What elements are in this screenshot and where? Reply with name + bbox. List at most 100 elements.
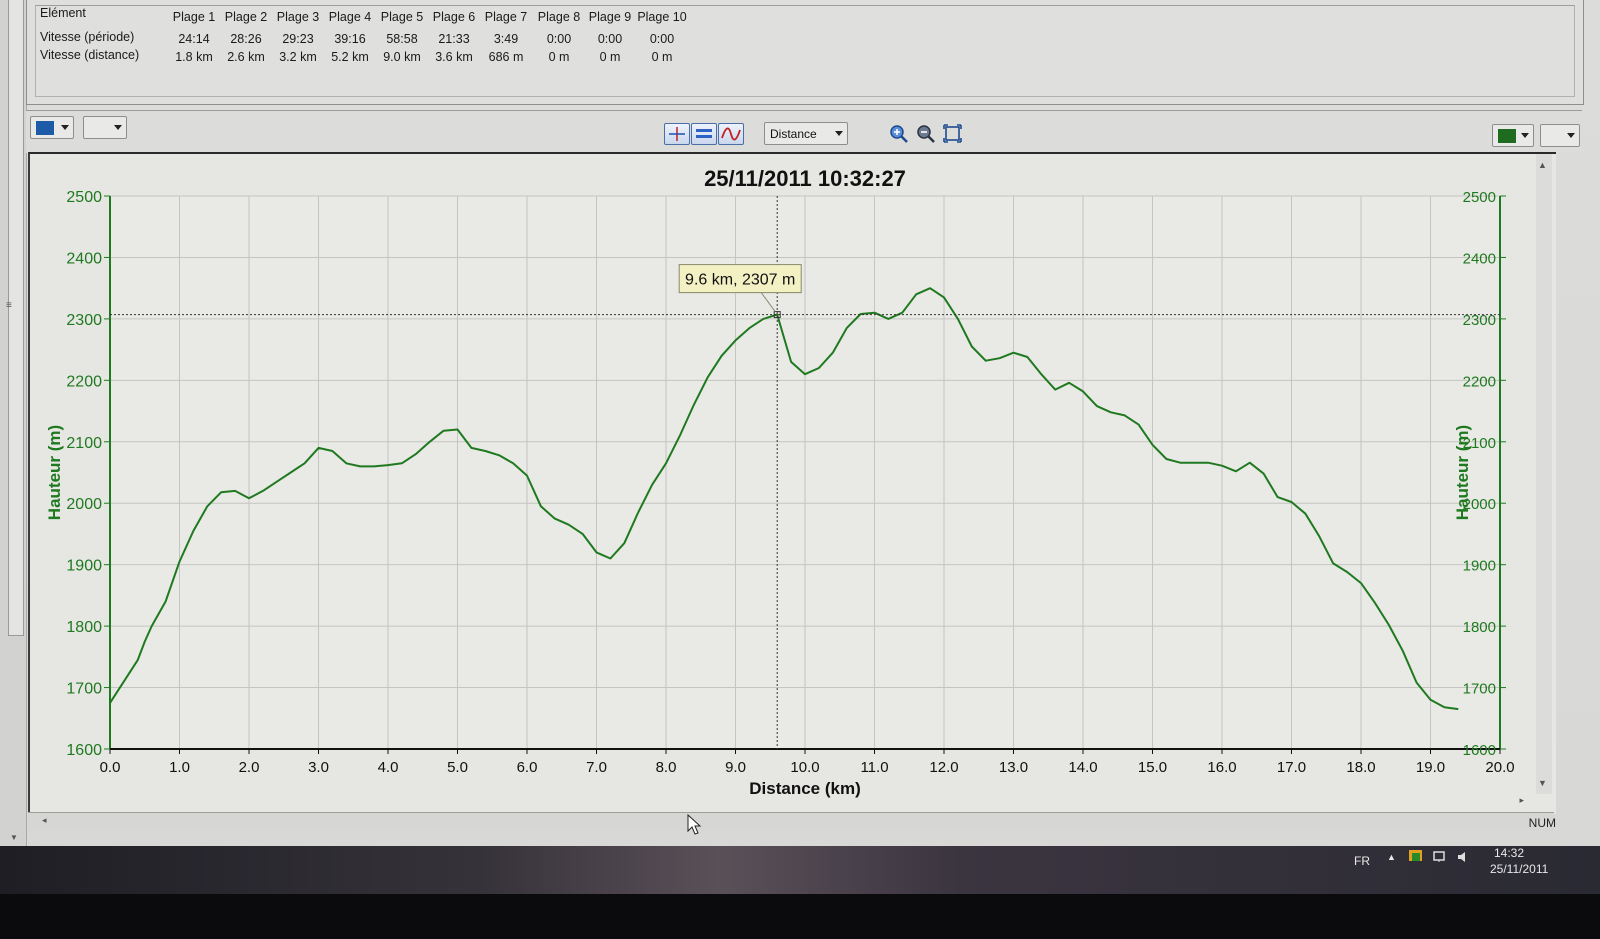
table-cell: 0:00 (546, 32, 572, 46)
table-cell: 2.6 km (227, 50, 265, 64)
table-cell: 0 m (599, 50, 621, 64)
scroll-down-arrow-icon[interactable]: ▼ (10, 833, 18, 842)
chart-canvas[interactable]: 0.0 1.0 2.0 3.0 4.0 5.0 6.0 7.0 8.0 9.0 10.0 11.0 12… (30, 154, 1554, 812)
table-column-header: Plage 5 (380, 10, 424, 24)
y-tick-label-right: 2500 (1463, 189, 1496, 206)
curve-tool-button[interactable] (718, 123, 744, 145)
scroll-up-arrow-icon[interactable]: ▲ (1538, 160, 1547, 170)
y-tick-label-right: 1800 (1463, 619, 1496, 636)
x-tick-label: 3.0 (308, 759, 329, 776)
crosshair-tool-button[interactable] (664, 123, 690, 145)
color-swatch (36, 121, 54, 135)
table-row-label: Vitesse (période) (40, 30, 135, 44)
application-window: ≡ ▼ Elément Plage 1 Plage 2 Plage 3 Plage 4 P… (0, 0, 1600, 870)
chart-title: 25/11/2011 10:32:27 (704, 166, 906, 191)
security-shield-icon[interactable] (1408, 849, 1422, 861)
table-column-header: Plage 9 (588, 10, 632, 24)
stats-table-panel: Elément Plage 1 Plage 2 Plage 3 Plage 4 Plage… (26, 0, 1584, 105)
x-tick-label: 12.0 (929, 759, 958, 776)
left-style-picker[interactable] (83, 116, 127, 139)
right-color-picker[interactable] (1492, 124, 1534, 147)
x-tick-label: 20.0 (1485, 759, 1514, 776)
clock-date[interactable]: 25/11/2011 (1490, 862, 1548, 876)
band-icon (696, 129, 712, 138)
table-column-header: Plage 10 (637, 10, 687, 24)
chevron-down-icon (61, 125, 69, 130)
y-tick-label-left: 2500 (66, 189, 102, 206)
x-axis-select[interactable]: Distance (764, 122, 848, 145)
scroll-thumb[interactable] (8, 0, 24, 636)
y-tick-label-left: 1800 (66, 619, 102, 636)
x-tick-label: 2.0 (239, 759, 260, 776)
elevation-chart[interactable]: 0.0 1.0 2.0 3.0 4.0 5.0 6.0 7.0 8.0 9.0 10.0 11.0 12… (28, 152, 1556, 814)
y-tick-label-left: 2400 (66, 250, 102, 267)
x-tick-label: 8.0 (656, 759, 677, 776)
scroll-down-arrow-icon[interactable]: ▼ (1538, 778, 1547, 788)
table-column-header: Plage 2 (224, 10, 268, 24)
horizontal-scrollbar[interactable]: ◂ ▸ (28, 795, 1554, 831)
x-tick-label: 7.0 (586, 759, 607, 776)
table-cell: 29:23 (282, 32, 314, 46)
x-axis-label: Distance (km) (749, 779, 860, 798)
table-row-label: Vitesse (distance) (40, 48, 140, 62)
chevron-down-icon (835, 131, 843, 136)
y-tick-label-left: 2000 (66, 496, 102, 513)
table-column-header: Plage 1 (172, 10, 216, 24)
table-cell: 21:33 (438, 32, 470, 46)
table-cell: 58:58 (386, 32, 418, 46)
x-tick-label: 6.0 (517, 759, 538, 776)
x-tick-label: 19.0 (1416, 759, 1445, 776)
table-cell: 0 m (651, 50, 673, 64)
chevron-down-icon (1521, 133, 1529, 138)
x-tick-label: 4.0 (378, 759, 399, 776)
band-tool-button[interactable] (691, 123, 717, 145)
chart-toolbar: Distance (26, 110, 1582, 153)
x-tick-label: 5.0 (447, 759, 468, 776)
volume-icon[interactable] (1456, 850, 1470, 862)
table-cell: 39:16 (334, 32, 366, 46)
x-tick-label: 16.0 (1207, 759, 1236, 776)
chevron-down-icon (114, 125, 122, 130)
fit-icon[interactable] (942, 123, 964, 145)
table-cell: 686 m (488, 50, 524, 64)
left-scrollbar[interactable]: ≡ ▼ (0, 0, 27, 858)
table-cell: 9.0 km (383, 50, 421, 64)
y-tick-label-right: 2200 (1463, 373, 1496, 390)
cursor-tooltip-text: 9.6 km, 2307 m (685, 272, 795, 289)
taskbar: FR ▲ 14:32 25/11/2011 (0, 846, 1600, 894)
x-tick-label: 18.0 (1346, 759, 1375, 776)
clock-time[interactable]: 14:32 (1494, 846, 1524, 860)
scroll-left-arrow-icon[interactable]: ◂ (42, 815, 47, 826)
splitter-grip-icon[interactable]: ≡ (6, 300, 12, 311)
y-axis-label-right: Hauteur (m) (1453, 425, 1472, 520)
mouse-cursor-icon (687, 814, 702, 835)
zoom-out-icon[interactable] (915, 123, 937, 145)
chart-vertical-scrollbar[interactable] (1536, 154, 1552, 794)
num-lock-indicator: NUM (1528, 816, 1556, 830)
zoom-in-icon[interactable] (888, 123, 910, 145)
x-tick-label: 9.0 (725, 759, 746, 776)
left-color-picker[interactable] (30, 116, 74, 139)
y-tick-label-left: 1700 (66, 681, 102, 698)
x-tick-label: 15.0 (1138, 759, 1167, 776)
y-tick-label-left: 1900 (66, 558, 102, 575)
y-tick-label-left: 2300 (66, 312, 102, 329)
network-icon[interactable] (1432, 850, 1446, 862)
y-tick-label-left: 2200 (66, 373, 102, 390)
right-style-picker[interactable] (1540, 124, 1580, 147)
y-axis-label-left: Hauteur (m) (45, 425, 64, 520)
x-tick-label: 13.0 (999, 759, 1028, 776)
table-cell: 0 m (548, 50, 570, 64)
y-tick-label-right: 1900 (1463, 558, 1496, 575)
x-tick-label: 0.0 (100, 759, 121, 776)
x-tick-label: 14.0 (1068, 759, 1097, 776)
language-indicator[interactable]: FR (1354, 854, 1370, 868)
curve-icon (721, 127, 741, 141)
scroll-right-arrow-icon[interactable]: ▸ (1519, 795, 1524, 806)
chevron-down-icon (1567, 133, 1575, 138)
screen-bezel (0, 894, 1600, 939)
table-column-header: Elément (40, 6, 86, 20)
y-tick-label-right: 2400 (1463, 250, 1496, 267)
show-hidden-icons-icon[interactable]: ▲ (1387, 852, 1396, 862)
y-tick-label-right: 1600 (1463, 742, 1496, 759)
